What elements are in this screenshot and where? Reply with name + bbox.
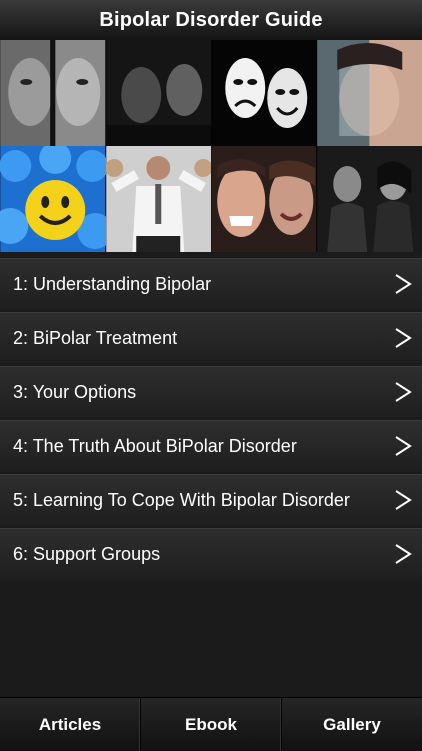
chevron-right-icon [394,434,412,458]
nav-bar: Bipolar Disorder Guide [0,0,422,41]
menu-item-your-options[interactable]: 3: Your Options [0,366,422,418]
chevron-right-icon [394,488,412,512]
menu-item-label: 1: Understanding Bipolar [0,274,211,295]
menu-item-understanding-bipolar[interactable]: 1: Understanding Bipolar [0,258,422,310]
chevron-right-icon [394,542,412,566]
split-face-photo [0,40,106,146]
menu-item-support-groups[interactable]: 6: Support Groups [0,528,422,580]
page-title: Bipolar Disorder Guide [99,9,322,32]
chevron-right-icon [394,326,412,350]
theatre-masks-photo [211,40,317,146]
chevron-right-icon [394,272,412,296]
woman-split-face-photo [317,40,422,146]
menu-item-label: 4: The Truth About BiPolar Disorder [0,436,297,457]
menu-item-truth-about-bipolar[interactable]: 4: The Truth About BiPolar Disorder [0,420,422,472]
women-whispering-photo [317,146,422,252]
header-image-collage [0,40,422,252]
tab-bar: Articles Ebook Gallery [0,697,422,751]
man-with-masks-photo [106,146,212,252]
menu-item-label: 2: BiPolar Treatment [0,328,177,349]
chapter-menu: 1: Understanding Bipolar 2: BiPolar Trea… [0,258,422,582]
menu-item-label: 5: Learning To Cope With Bipolar Disorde… [0,490,350,511]
menu-item-label: 3: Your Options [0,382,136,403]
menu-item-learning-to-cope[interactable]: 5: Learning To Cope With Bipolar Disorde… [0,474,422,526]
tab-articles[interactable]: Articles [0,698,141,751]
expressive-faces-photo [211,146,317,252]
menu-item-bipolar-treatment[interactable]: 2: BiPolar Treatment [0,312,422,364]
smiley-faces-photo [0,146,106,252]
dark-faces-photo [106,40,212,146]
menu-item-label: 6: Support Groups [0,544,160,565]
tab-ebook[interactable]: Ebook [141,698,282,751]
tab-gallery[interactable]: Gallery [282,698,422,751]
chevron-right-icon [394,380,412,404]
